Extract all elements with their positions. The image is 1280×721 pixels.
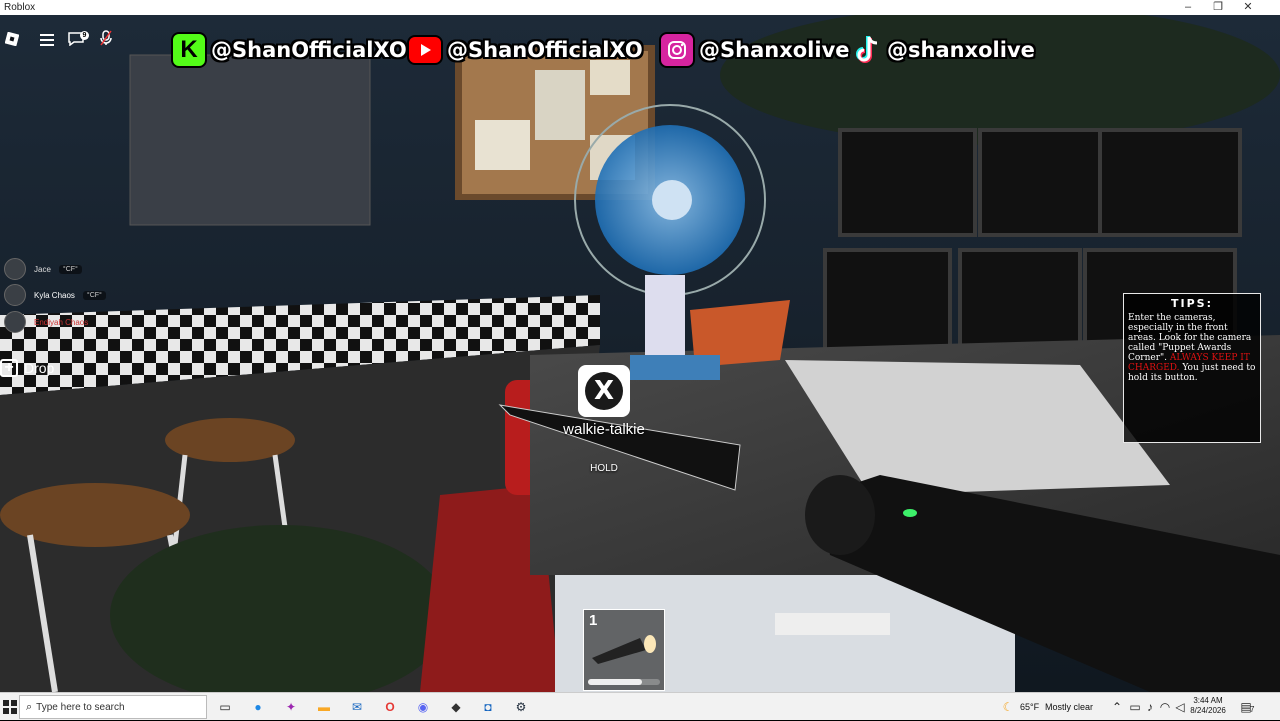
- roblox-taskbar-button[interactable]: ◘: [478, 697, 498, 717]
- interact-object-name: walkie-talkie: [563, 421, 645, 438]
- player-row[interactable]: Kyla Chaos °CF°: [4, 284, 106, 306]
- taskbar: ⌕ Type here to search ▭ ● ✦ ▬ ✉ O ◉ ◆ ◘ …: [0, 692, 1280, 720]
- hotbar-slot-1[interactable]: 1: [583, 609, 665, 691]
- app-button[interactable]: ◆: [446, 697, 466, 717]
- search-placeholder: Type here to search: [36, 701, 125, 713]
- clock-time: 3:44 AM: [1193, 696, 1223, 705]
- edge-button[interactable]: ●: [248, 697, 268, 717]
- discord-icon: ◉: [417, 700, 429, 714]
- tips-panel: TIPS: Enter the cameras, especially in t…: [1123, 293, 1261, 443]
- mail-button[interactable]: ✉: [347, 697, 367, 717]
- app-icon: ◆: [451, 700, 461, 714]
- task-view-button[interactable]: ▭: [215, 697, 235, 717]
- tray-overflow-button[interactable]: ⌃: [1107, 697, 1127, 717]
- maximize-button[interactable]: ❐: [1203, 0, 1233, 15]
- start-button[interactable]: [0, 697, 20, 717]
- notification-count: 7: [1250, 705, 1255, 714]
- roblox-taskbar-icon: ◘: [484, 700, 492, 714]
- clock-date: 8/24/2026: [1190, 706, 1226, 715]
- roblox-logo-button[interactable]: [0, 30, 24, 54]
- youtube-icon: [407, 35, 443, 65]
- window-title: Roblox: [4, 2, 36, 13]
- file-explorer-button[interactable]: ▬: [314, 697, 334, 717]
- tiktok-handle: @shanxolive: [853, 33, 1035, 67]
- instagram-handle: @Shanxolive: [659, 32, 850, 68]
- kick-icon: K: [171, 32, 207, 68]
- weather-temp: 65°F: [1020, 702, 1040, 712]
- close-button[interactable]: ✕: [1233, 0, 1263, 15]
- wall-cabinet: [129, 54, 371, 226]
- slot-number: 1: [589, 612, 598, 629]
- copilot-button[interactable]: ✦: [281, 697, 301, 717]
- player-name: Kyla Chaos: [34, 290, 75, 300]
- player-row[interactable]: Endiyah Chaos: [4, 311, 88, 333]
- wifi-icon: ◠: [1159, 700, 1171, 714]
- clock[interactable]: 3:44 AM 8/24/2026: [1186, 696, 1230, 716]
- mic-muted-icon: [100, 30, 112, 46]
- taskbar-search[interactable]: ⌕ Type here to search: [19, 695, 207, 719]
- charge-bar: [588, 679, 660, 685]
- avatar: [4, 258, 26, 280]
- task-view-icon: ▭: [219, 700, 231, 714]
- hamburger-icon: [40, 34, 54, 46]
- instagram-icon: [659, 32, 695, 68]
- window-titlebar: Roblox – ❐ ✕: [0, 0, 1280, 15]
- plus-icon: +: [0, 359, 18, 377]
- weather-icon: ☾: [1002, 700, 1014, 714]
- opera-icon: O: [385, 700, 395, 714]
- minimize-button[interactable]: –: [1173, 0, 1203, 15]
- avatar: [4, 311, 26, 333]
- flashlight-icon: [592, 635, 656, 664]
- edge-icon: ●: [254, 700, 262, 714]
- player-row[interactable]: Jace °CF°: [4, 258, 82, 280]
- search-icon: ⌕: [26, 700, 33, 713]
- mic-button[interactable]: [94, 30, 118, 54]
- chevron-up-icon: ⌃: [1111, 700, 1123, 714]
- interact-key: X: [585, 372, 623, 410]
- kick-handle: K @ShanOfficialXO: [171, 32, 407, 68]
- menu-button[interactable]: [35, 30, 59, 54]
- charge-fill: [588, 679, 642, 685]
- drop-label: Drop: [24, 360, 55, 376]
- flashlight-indicator: [903, 509, 917, 517]
- windows-icon: [3, 700, 17, 714]
- copilot-icon: ✦: [285, 700, 297, 714]
- group-tag: °CF°: [58, 264, 82, 274]
- game-viewport[interactable]: 9 K @ShanOfficialXO @ShanOfficialXO @Sha…: [0, 15, 1280, 692]
- discord-button[interactable]: ◉: [413, 697, 433, 717]
- drop-button[interactable]: + Drop: [0, 359, 54, 377]
- tips-title: TIPS:: [1171, 297, 1213, 310]
- mail-icon: ✉: [351, 700, 363, 714]
- tips-body: Enter the cameras, especially in the fro…: [1128, 313, 1256, 383]
- player-name: Endiyah Chaos: [34, 317, 89, 327]
- weather-widget[interactable]: ☾: [998, 697, 1018, 717]
- youtube-handle: @ShanOfficialXO: [407, 33, 643, 67]
- network-icon: ▭: [1129, 700, 1141, 714]
- group-tag: °CF°: [82, 290, 106, 300]
- player-name: Jace: [34, 264, 51, 274]
- opera-button[interactable]: O: [380, 697, 400, 717]
- avatar: [4, 284, 26, 306]
- steam-button[interactable]: ⚙: [511, 697, 531, 717]
- roblox-icon: [4, 31, 20, 47]
- speaker-icon: ◁: [1175, 700, 1185, 714]
- interact-key-button[interactable]: X: [578, 365, 630, 417]
- tiktok-icon: [853, 32, 883, 68]
- steam-icon: ⚙: [515, 700, 527, 714]
- weather-desc: Mostly clear: [1045, 702, 1094, 712]
- game-scene: [0, 15, 1280, 692]
- chat-badge: 9: [80, 31, 89, 40]
- microphone-icon: ♪: [1147, 700, 1153, 714]
- interact-action: HOLD: [590, 463, 618, 474]
- folder-icon: ▬: [318, 700, 330, 714]
- chat-button[interactable]: 9: [64, 30, 89, 54]
